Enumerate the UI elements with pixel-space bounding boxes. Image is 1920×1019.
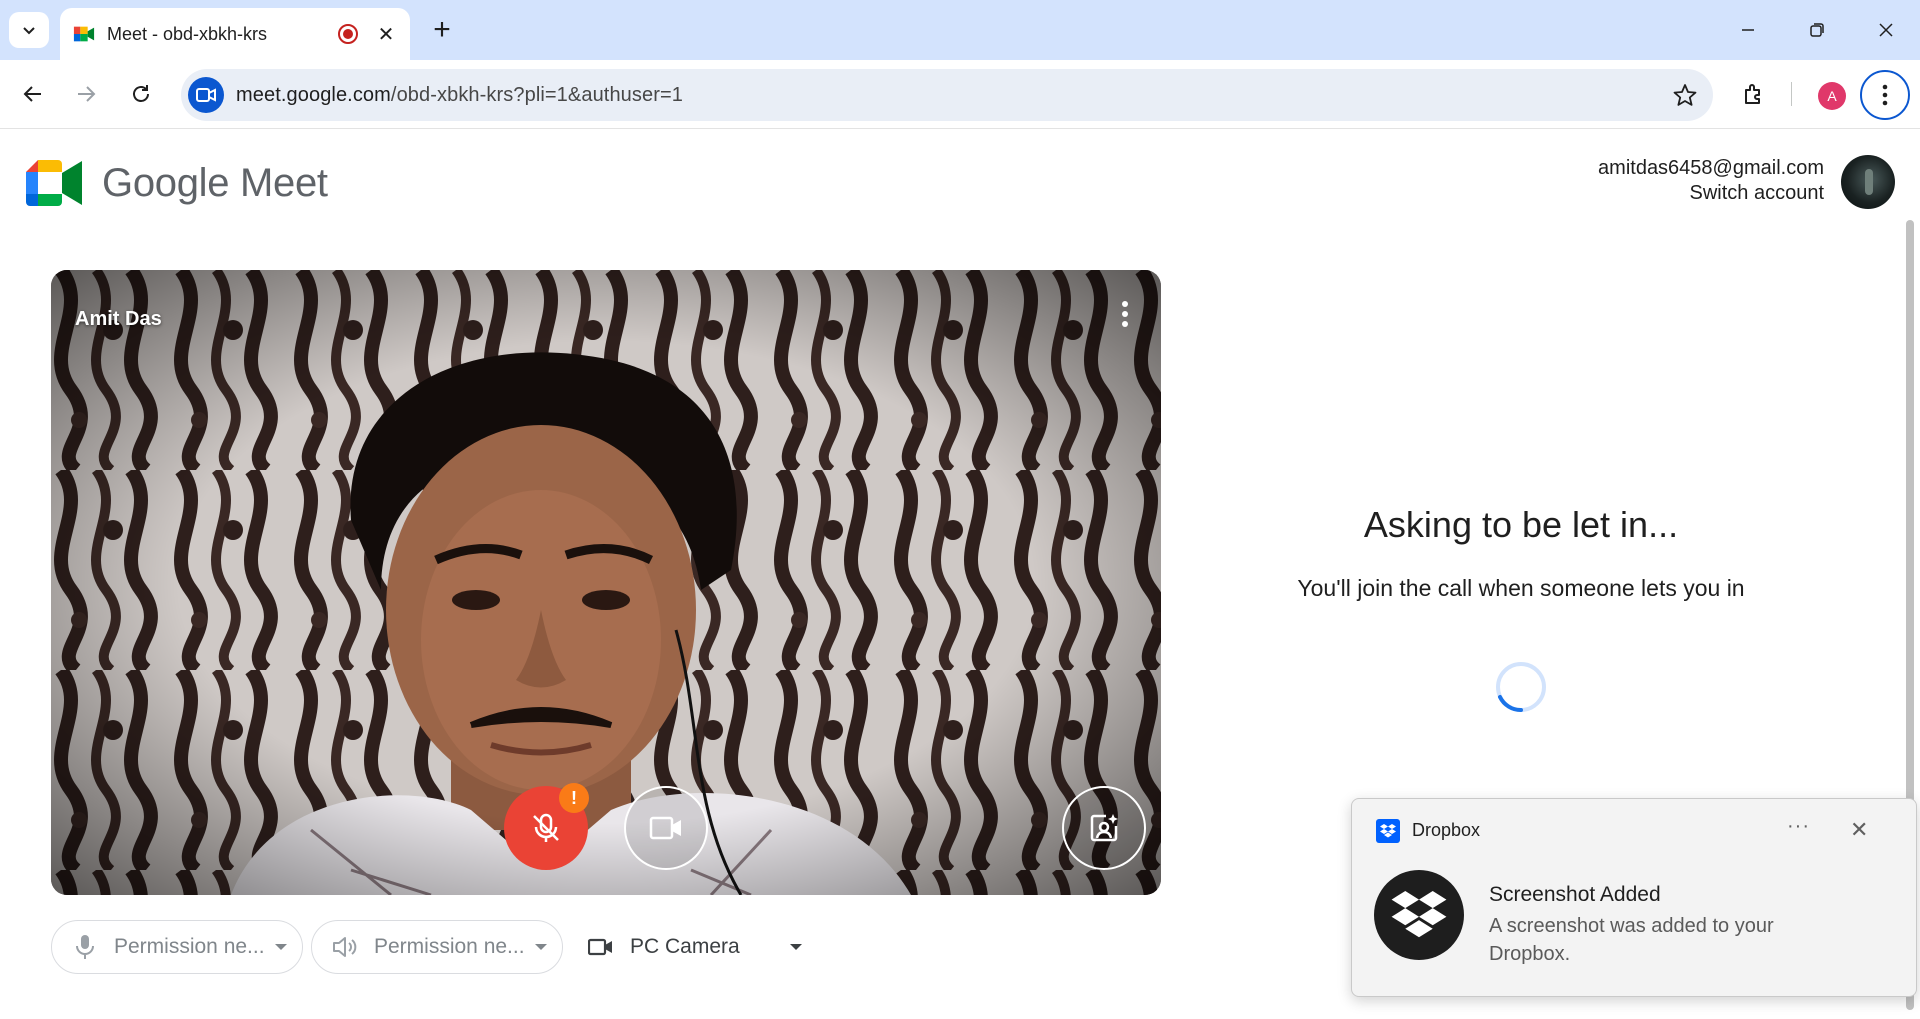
- camera-icon: [588, 934, 614, 960]
- browser-toolbar: meet.google.com/obd-xbkh-krs?pli=1&authu…: [0, 60, 1920, 129]
- kebab-menu-icon: [1882, 84, 1888, 106]
- meet-page: Google Meet amitdas6458@gmail.com Switch…: [0, 130, 1920, 1019]
- google-meet-logo-icon: [26, 160, 82, 206]
- status-subtitle: You'll join the call when someone lets y…: [1297, 575, 1745, 601]
- tab-title: Meet - obd-xbkh-krs: [107, 23, 268, 44]
- account-info: amitdas6458@gmail.com Switch account: [1598, 156, 1824, 206]
- switch-account-link[interactable]: Switch account: [1598, 181, 1824, 206]
- microphone-icon: [72, 934, 98, 960]
- minimize-window-icon[interactable]: [1728, 10, 1768, 50]
- microphone-select-label: Permission ne...: [114, 935, 265, 958]
- video-camera-icon: [649, 816, 681, 840]
- address-bar[interactable]: meet.google.com/obd-xbkh-krs?pli=1&authu…: [181, 69, 1713, 121]
- background-effects-icon: [1090, 814, 1118, 842]
- self-video-preview: Amit Das !: [51, 270, 1161, 895]
- camera-feed-image: [51, 270, 1161, 895]
- mic-warning-badge[interactable]: !: [559, 783, 589, 813]
- dropbox-notification[interactable]: Dropbox ··· ✕ Screenshot Added A screens…: [1351, 798, 1917, 997]
- google-meet-logo[interactable]: Google Meet: [26, 160, 328, 206]
- restore-window-icon[interactable]: [1797, 10, 1837, 50]
- notification-more-icon[interactable]: ···: [1787, 815, 1810, 838]
- notification-body: A screenshot was added to your Dropbox.: [1489, 915, 1774, 965]
- close-window-icon[interactable]: [1866, 10, 1906, 50]
- google-meet-favicon: [73, 26, 95, 42]
- speaker-icon: [332, 934, 358, 960]
- camera-toggle-button[interactable]: [624, 786, 708, 870]
- participant-name: Amit Das: [75, 308, 162, 330]
- toolbar-divider: [1791, 82, 1792, 106]
- site-info-icon[interactable]: [188, 77, 224, 113]
- dropdown-caret-icon: [789, 944, 802, 950]
- browser-tab-strip: Meet - obd-xbkh-krs ✕ +: [0, 0, 1920, 60]
- tab-search-button[interactable]: [9, 12, 49, 48]
- dropbox-app-icon: [1376, 819, 1400, 843]
- url-text: meet.google.com/obd-xbkh-krs?pli=1&authu…: [236, 83, 683, 106]
- speaker-select-label: Permission ne...: [374, 935, 525, 958]
- logo-text: Google Meet: [102, 160, 328, 205]
- chevron-down-icon: [23, 27, 35, 35]
- dropbox-logo-icon: [1374, 870, 1464, 960]
- notification-title: Screenshot Added: [1489, 883, 1661, 906]
- browser-menu-button[interactable]: [1860, 70, 1910, 120]
- bookmark-star-icon[interactable]: [1671, 81, 1699, 109]
- dropdown-caret-icon: [534, 944, 547, 950]
- microphone-select[interactable]: Permission ne...: [51, 920, 303, 974]
- forward-icon[interactable]: [66, 74, 106, 114]
- new-tab-button[interactable]: +: [424, 12, 460, 48]
- visual-effects-button[interactable]: [1062, 786, 1146, 870]
- speaker-select[interactable]: Permission ne...: [311, 920, 563, 974]
- mic-off-icon: [533, 813, 559, 842]
- loading-spinner-icon: [1496, 662, 1546, 713]
- video-more-options-icon[interactable]: [1113, 296, 1137, 332]
- camera-select[interactable]: PC Camera: [568, 920, 808, 974]
- profile-avatar[interactable]: A: [1818, 82, 1846, 110]
- camera-select-label: PC Camera: [630, 935, 740, 958]
- status-title: Asking to be let in...: [1363, 504, 1679, 545]
- dropdown-caret-icon: [274, 944, 287, 950]
- recording-indicator-icon: [338, 24, 358, 44]
- browser-tab-meet[interactable]: Meet - obd-xbkh-krs ✕: [60, 8, 410, 60]
- reload-icon[interactable]: [121, 74, 161, 114]
- notification-close-icon[interactable]: ✕: [1850, 817, 1868, 843]
- back-icon[interactable]: [13, 74, 53, 114]
- account-avatar[interactable]: [1841, 155, 1895, 209]
- account-email: amitdas6458@gmail.com: [1598, 157, 1824, 179]
- extensions-icon[interactable]: [1734, 74, 1774, 114]
- tab-close-icon[interactable]: ✕: [376, 22, 396, 47]
- notification-app-name: Dropbox: [1412, 820, 1481, 840]
